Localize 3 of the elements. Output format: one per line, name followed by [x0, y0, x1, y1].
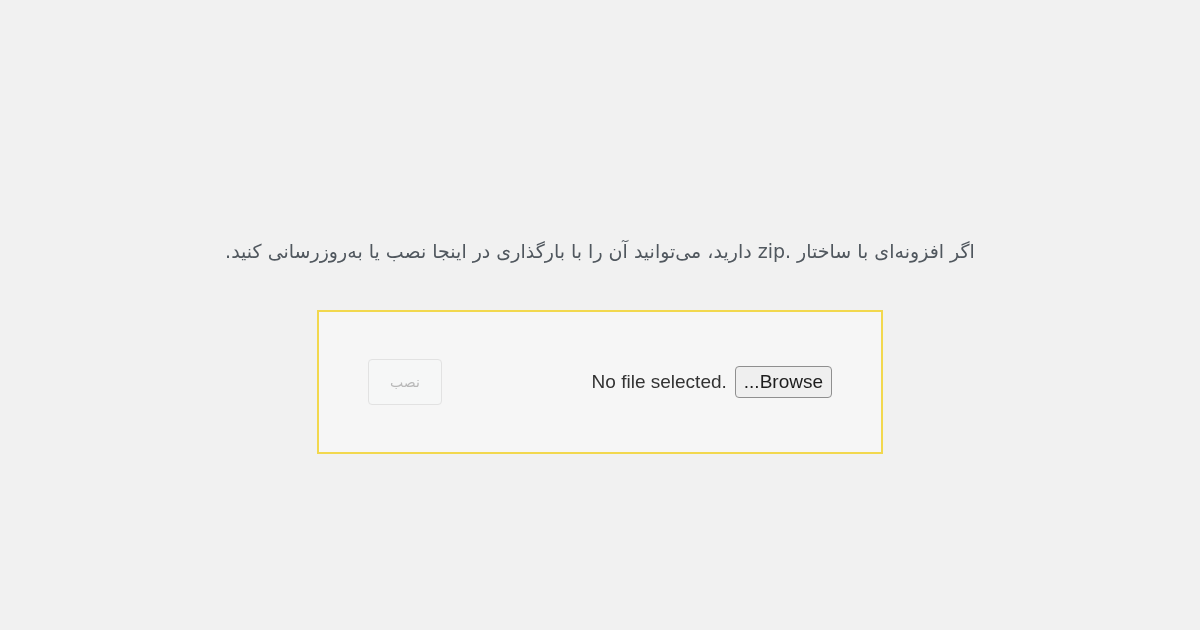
browse-button[interactable]: ...Browse	[734, 366, 832, 398]
instruction-text: اگر افزونه‌ای با ساختار .zip دارید، می‌توانید آن را با بارگذاری در اینجا نصب یا به‌روزرسانی کنید.	[225, 240, 975, 262]
file-status: No file selected.	[591, 371, 727, 393]
